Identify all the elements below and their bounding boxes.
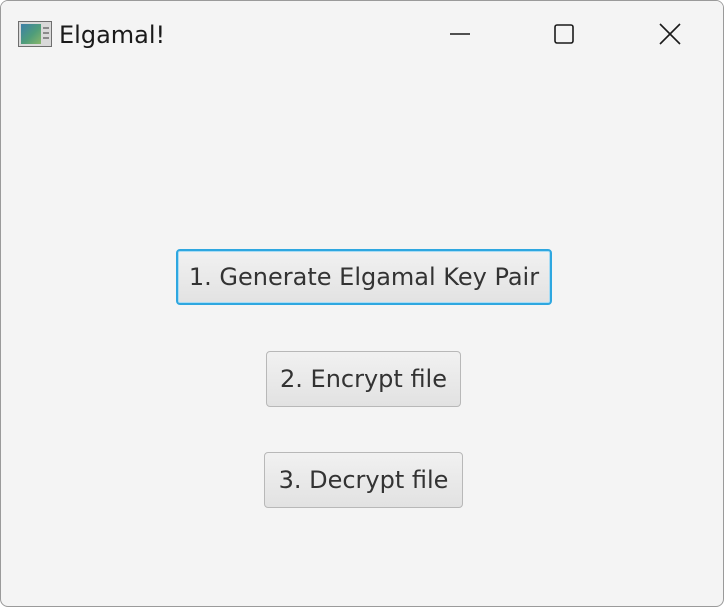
minimize-icon <box>450 33 470 35</box>
app-window: Elgamal! 1. Generate Elgamal Key Pair 2.… <box>0 0 724 607</box>
close-button[interactable] <box>618 1 722 67</box>
maximize-icon <box>554 24 574 44</box>
generate-key-pair-button[interactable]: 1. Generate Elgamal Key Pair <box>176 249 552 305</box>
window-title: Elgamal! <box>59 21 166 49</box>
maximize-button[interactable] <box>512 1 616 67</box>
close-icon <box>659 23 681 45</box>
title-bar[interactable]: Elgamal! <box>1 1 723 67</box>
java-app-icon[interactable] <box>18 21 52 47</box>
app-icon-image <box>21 24 41 44</box>
minimize-button[interactable] <box>408 1 512 67</box>
decrypt-file-button[interactable]: 3. Decrypt file <box>264 452 463 508</box>
app-icon-line <box>43 32 49 34</box>
app-icon-line <box>43 27 49 29</box>
app-icon-line <box>43 37 49 39</box>
encrypt-file-button[interactable]: 2. Encrypt file <box>266 351 461 407</box>
